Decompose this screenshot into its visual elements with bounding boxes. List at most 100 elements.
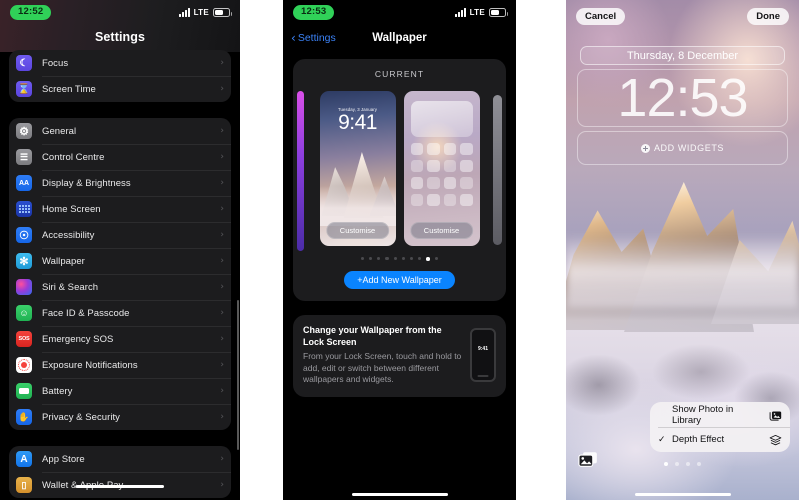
menu-item-label: Depth Effect xyxy=(672,434,725,445)
row-label: Siri & Search xyxy=(42,281,99,293)
network-label: LTE xyxy=(469,8,485,17)
previous-wallpaper-edge[interactable] xyxy=(297,91,304,251)
row-label: Exposure Notifications xyxy=(42,359,138,371)
moon-icon: ☾ xyxy=(16,55,32,71)
settings-group: ☾ Focus › ⌛ Screen Time › xyxy=(9,50,231,102)
row-label: Privacy & Security xyxy=(42,411,120,423)
chevron-right-icon: › xyxy=(220,84,224,94)
chevron-right-icon: › xyxy=(220,230,224,240)
sidebar-item-wallpaper[interactable]: ✻ Wallpaper › xyxy=(9,248,231,274)
context-menu[interactable]: Show Photo in Library ✓ Depth Effect xyxy=(650,402,790,452)
row-label: Focus xyxy=(42,57,69,69)
row-label: Control Centre xyxy=(42,151,105,163)
hourglass-icon: ⌛ xyxy=(16,81,32,97)
sidebar-item-control-centre[interactable]: ☰ Control Centre › xyxy=(9,144,231,170)
settings-screen: 12:52 LTE Settings ☾ Focus › ⌛ Screen Ti… xyxy=(0,0,240,500)
chevron-right-icon: › xyxy=(220,412,224,422)
home-screen-preview[interactable]: Customise xyxy=(403,91,480,246)
page-dot[interactable] xyxy=(369,257,373,261)
page-dot[interactable] xyxy=(686,462,690,466)
page-dot-active[interactable] xyxy=(664,462,668,466)
sidebar-item-display-brightness[interactable]: AA Display & Brightness › xyxy=(9,170,231,196)
wallpaper-tip-card: Change your Wallpaper from the Lock Scre… xyxy=(293,314,506,398)
mini-phone-time: 9:41 xyxy=(477,345,488,352)
sidebar-item-focus[interactable]: ☾ Focus › xyxy=(9,50,231,76)
settings-list[interactable]: ☾ Focus › ⌛ Screen Time › ⚙ General › ☰ … xyxy=(0,44,240,498)
status-bar: 12:53 LTE xyxy=(283,0,516,25)
page-dot[interactable] xyxy=(697,462,701,466)
wallpaper-page-dots[interactable] xyxy=(566,462,799,466)
mini-phone-illustration: 9:41 xyxy=(470,327,496,382)
customise-lock-button[interactable]: Customise xyxy=(325,222,390,239)
done-button[interactable]: Done xyxy=(747,8,789,25)
sidebar-item-battery[interactable]: Battery › xyxy=(9,378,231,404)
sidebar-item-app-store[interactable]: A App Store › xyxy=(9,446,231,472)
lock-screen-preview[interactable]: Tuesday, 3 January 9:41 Customise xyxy=(319,91,396,246)
chevron-right-icon: › xyxy=(220,308,224,318)
sidebar-item-privacy-security[interactable]: ✋ Privacy & Security › xyxy=(9,404,231,430)
row-label: Home Screen xyxy=(42,203,101,215)
row-label: Battery xyxy=(42,385,73,397)
page-dot[interactable] xyxy=(409,257,414,261)
page-dot[interactable] xyxy=(401,257,405,261)
page-dot[interactable] xyxy=(385,257,389,261)
sidebar-item-emergency-sos[interactable]: SOS Emergency SOS › xyxy=(9,326,231,352)
row-label: Screen Time xyxy=(42,83,96,95)
home-indicator xyxy=(634,493,731,496)
chevron-right-icon: › xyxy=(220,454,224,464)
lock-screen-clock[interactable]: 12:53 xyxy=(577,69,788,127)
page-dot[interactable] xyxy=(418,257,422,261)
add-widgets-button[interactable]: ADD WIDGETS xyxy=(577,131,788,165)
aa-icon: AA xyxy=(16,175,32,191)
menu-item-depth-effect[interactable]: ✓ Depth Effect xyxy=(650,427,790,452)
sidebar-item-face-id-passcode[interactable]: ☺ Face ID & Passcode › xyxy=(9,300,231,326)
row-label: Emergency SOS xyxy=(42,333,114,345)
accessibility-icon: ☉ xyxy=(16,227,32,243)
cancel-button[interactable]: Cancel xyxy=(576,8,626,25)
status-bar: 12:52 LTE xyxy=(0,0,240,25)
battery-icon xyxy=(16,383,32,399)
panel-divider xyxy=(240,0,283,500)
cellular-bars-icon xyxy=(454,8,466,17)
current-section-label: CURRENT xyxy=(374,69,425,79)
chevron-right-icon: › xyxy=(220,126,224,136)
row-label: Accessibility xyxy=(42,229,95,241)
lock-screen-date[interactable]: Thursday, 8 December xyxy=(580,46,785,65)
page-dot[interactable] xyxy=(377,257,381,261)
wallpaper-carousel[interactable]: Tuesday, 3 January 9:41 Customise Custom… xyxy=(293,91,506,251)
home-indicator xyxy=(76,485,164,488)
carousel-page-dots[interactable] xyxy=(293,257,506,261)
sidebar-item-accessibility[interactable]: ☉ Accessibility › xyxy=(9,222,231,248)
next-wallpaper-edge[interactable] xyxy=(493,95,502,245)
row-label: App Store xyxy=(42,453,85,465)
chevron-right-icon: › xyxy=(220,58,224,68)
page-dot-active[interactable] xyxy=(426,257,430,261)
add-new-wallpaper-button[interactable]: +Add New Wallpaper xyxy=(344,270,455,289)
chevron-right-icon: › xyxy=(220,480,224,490)
row-label: Face ID & Passcode xyxy=(42,307,130,319)
customise-home-button[interactable]: Customise xyxy=(409,222,474,239)
app-grid-icon xyxy=(16,201,32,217)
page-dot[interactable] xyxy=(675,462,679,466)
menu-item-show-photo-in-library[interactable]: Show Photo in Library xyxy=(650,402,790,427)
network-label: LTE xyxy=(193,8,209,17)
page-title: Settings xyxy=(94,30,146,44)
chevron-right-icon: › xyxy=(220,360,224,370)
sidebar-item-general[interactable]: ⚙ General › xyxy=(9,118,231,144)
flower-icon: ✻ xyxy=(16,253,32,269)
chevron-right-icon: › xyxy=(220,152,224,162)
page-dot[interactable] xyxy=(434,257,439,261)
back-button[interactable]: ‹ Settings xyxy=(291,32,336,44)
preview-time: 9:41 xyxy=(338,111,377,134)
sidebar-item-siri-search[interactable]: Siri & Search › xyxy=(9,274,231,300)
lock-screen-editor: Cancel Done Thursday, 8 December 12:53 A… xyxy=(566,0,799,500)
sidebar-item-exposure-notifications[interactable]: Exposure Notifications › xyxy=(9,352,231,378)
status-time: 12:53 xyxy=(293,5,335,20)
page-dot[interactable] xyxy=(360,257,365,261)
battery-icon xyxy=(489,8,508,17)
sidebar-item-screen-time[interactable]: ⌛ Screen Time › xyxy=(9,76,231,102)
hand-icon: ✋ xyxy=(16,409,32,425)
page-dot[interactable] xyxy=(393,257,397,261)
sidebar-item-home-screen[interactable]: Home Screen › xyxy=(9,196,231,222)
menu-item-label: Show Photo in Library xyxy=(672,403,734,426)
